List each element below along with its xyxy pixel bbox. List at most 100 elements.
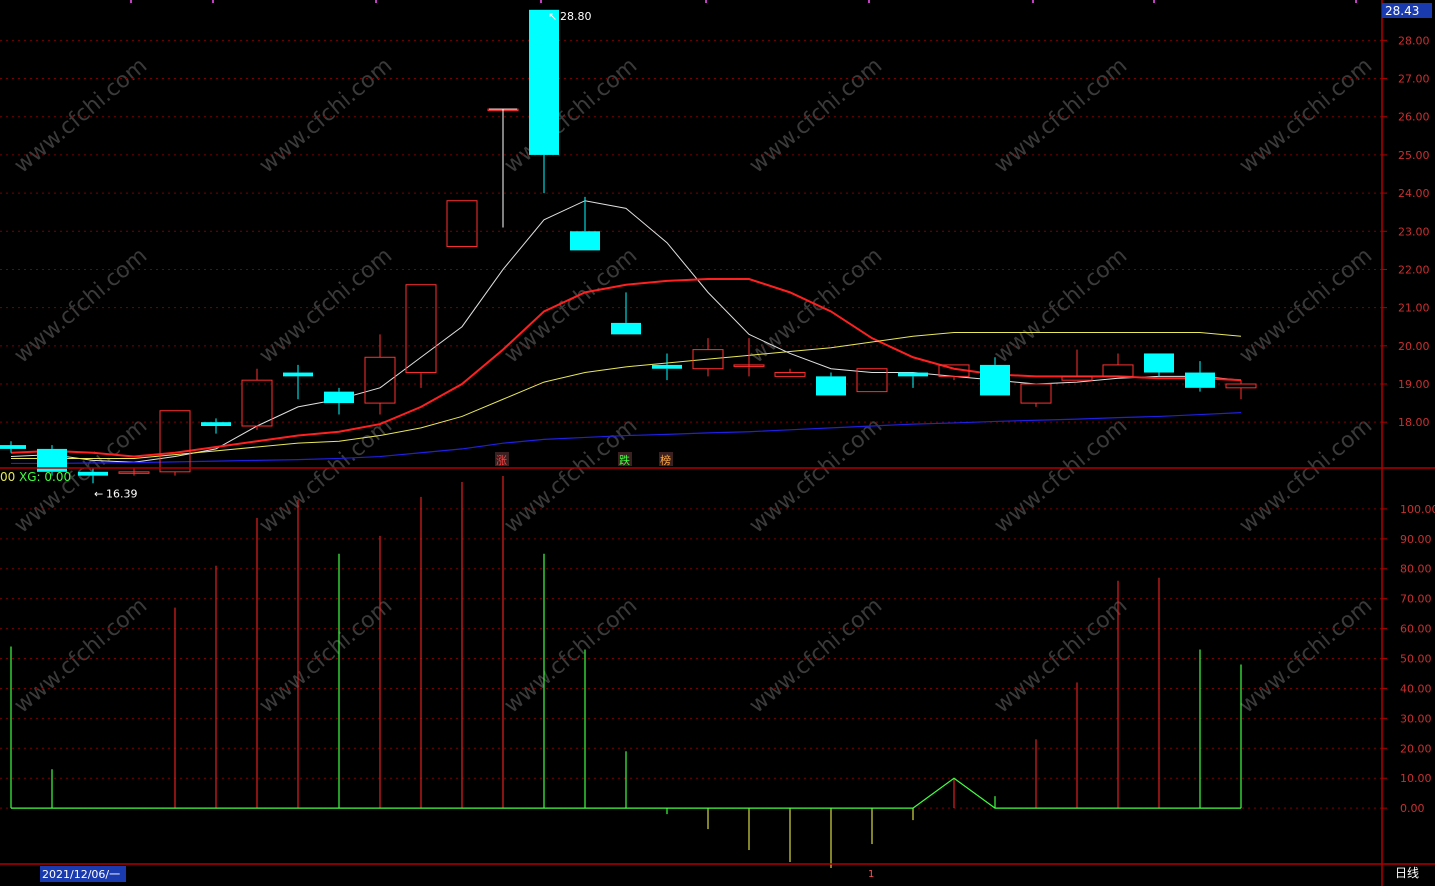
top-marker bbox=[212, 0, 214, 3]
candle-body bbox=[283, 372, 313, 377]
watermark-text: www.cfchi.com bbox=[745, 53, 887, 178]
price-tick-label: 26.00 bbox=[1398, 111, 1430, 124]
watermark-text: www.cfchi.com bbox=[1235, 53, 1377, 178]
candle bbox=[118, 468, 150, 476]
indicator-tick-label: 0.00 bbox=[1400, 802, 1425, 815]
candle bbox=[774, 368, 806, 377]
price-tick-label: 22.00 bbox=[1398, 263, 1430, 276]
candle bbox=[324, 387, 354, 415]
top-marker bbox=[375, 0, 377, 3]
watermark-text: www.cfchi.com bbox=[990, 243, 1132, 368]
top-marker bbox=[1032, 0, 1034, 3]
watermark-text: www.cfchi.com bbox=[255, 243, 397, 368]
stock-chart: www.cfchi.com www.cfchi.com www.cfchi.com w… bbox=[0, 0, 1435, 886]
candle-body bbox=[241, 379, 273, 427]
candle bbox=[816, 372, 846, 396]
indicator-tick-label: 10.00 bbox=[1400, 772, 1432, 785]
watermark-layer: www.cfchi.com www.cfchi.com www.cfchi.com w… bbox=[10, 53, 1377, 718]
watermark-text: www.cfchi.com bbox=[990, 593, 1132, 718]
indicator-tick-label: 50.00 bbox=[1400, 653, 1432, 666]
candle bbox=[0, 441, 26, 453]
candle-body bbox=[529, 9, 559, 155]
candle bbox=[159, 410, 191, 476]
watermark-text: www.cfchi.com bbox=[500, 593, 642, 718]
candle-body bbox=[652, 364, 682, 369]
watermark-text: www.cfchi.com bbox=[255, 593, 397, 718]
event-marker: 涨 bbox=[496, 454, 507, 467]
candle-body bbox=[898, 372, 928, 377]
indicator-tick-label: 40.00 bbox=[1400, 682, 1432, 695]
candle bbox=[1144, 353, 1174, 377]
watermark-text: www.cfchi.com bbox=[10, 243, 152, 368]
candle bbox=[611, 292, 641, 335]
period-label[interactable]: 日线 bbox=[1395, 866, 1419, 880]
candle bbox=[692, 338, 724, 377]
top-marker bbox=[540, 0, 542, 3]
top-marker bbox=[868, 0, 870, 3]
price-tick-label: 21.00 bbox=[1398, 302, 1430, 315]
event-marker: 跌 bbox=[619, 453, 630, 467]
candle-body bbox=[1185, 372, 1215, 388]
watermark-text: www.cfchi.com bbox=[745, 243, 887, 368]
candle-body bbox=[611, 322, 641, 335]
candle-body bbox=[446, 200, 478, 248]
price-tick-label: 23.00 bbox=[1398, 225, 1430, 238]
candle bbox=[898, 372, 928, 388]
top-marker bbox=[705, 0, 707, 3]
watermark-text: www.cfchi.com bbox=[1235, 593, 1377, 718]
top-marker bbox=[130, 0, 132, 3]
candle-body bbox=[816, 376, 846, 396]
candle-body bbox=[405, 284, 437, 374]
low-price-label: 16.39 bbox=[106, 488, 138, 501]
watermark-text: www.cfchi.com bbox=[1235, 243, 1377, 368]
watermark-text: www.cfchi.com bbox=[745, 413, 887, 538]
date-label: 2021/12/06/一 bbox=[42, 868, 120, 881]
candle bbox=[570, 196, 600, 251]
indicator-tick-label: 80.00 bbox=[1400, 563, 1432, 576]
current-price-label: 28.43 bbox=[1385, 4, 1419, 18]
watermark-text: www.cfchi.com bbox=[990, 413, 1132, 538]
price-tick-label: 20.00 bbox=[1398, 340, 1430, 353]
axes: 18.00 19.00 20.00 21.00 22.00 23.00 24.00 25.00… bbox=[0, 0, 1435, 886]
candle bbox=[1020, 383, 1052, 407]
candle-body bbox=[201, 422, 231, 426]
indicator-tick-label: 60.00 bbox=[1400, 623, 1432, 636]
candle-body bbox=[570, 231, 600, 251]
candle bbox=[529, 9, 559, 194]
candle-body bbox=[774, 372, 806, 377]
candle-body bbox=[980, 364, 1010, 396]
top-marker bbox=[1153, 0, 1155, 3]
price-tick-label: 24.00 bbox=[1398, 187, 1430, 200]
watermark-text: www.cfchi.com bbox=[500, 53, 642, 178]
candle bbox=[446, 200, 478, 248]
candle-body bbox=[1020, 383, 1052, 404]
candle bbox=[1102, 353, 1134, 377]
indicator-legend-left: 00 bbox=[0, 470, 15, 484]
indicator-tick-label: 90.00 bbox=[1400, 533, 1432, 546]
candle-body bbox=[1225, 383, 1257, 389]
candle-body bbox=[324, 391, 354, 404]
watermark-text: www.cfchi.com bbox=[1235, 413, 1377, 538]
indicator-tick-label: 100.00 bbox=[1400, 503, 1435, 516]
candle-body bbox=[0, 445, 26, 449]
watermark-text: www.cfchi.com bbox=[500, 243, 642, 368]
low-arrow: ← bbox=[94, 488, 103, 501]
high-arrow: ↖ bbox=[548, 10, 557, 23]
candle-body bbox=[1102, 364, 1134, 377]
indicator-tick-label: 20.00 bbox=[1400, 742, 1432, 755]
watermark-text: www.cfchi.com bbox=[10, 53, 152, 178]
candle bbox=[405, 284, 437, 388]
candle bbox=[283, 364, 313, 400]
candle bbox=[1185, 361, 1215, 392]
event-marker: 榜 bbox=[660, 453, 671, 467]
candle-body bbox=[78, 471, 108, 476]
price-tick-label: 18.00 bbox=[1398, 416, 1430, 429]
price-tick-label: 27.00 bbox=[1398, 73, 1430, 86]
price-tick-label: 19.00 bbox=[1398, 378, 1430, 391]
indicator-tick-label: 70.00 bbox=[1400, 593, 1432, 606]
indicator-legend-xg: XG: 0.00 bbox=[19, 470, 71, 484]
watermark-text: www.cfchi.com bbox=[745, 593, 887, 718]
candle bbox=[938, 364, 970, 381]
candle bbox=[1225, 380, 1257, 400]
watermark-text: www.cfchi.com bbox=[255, 53, 397, 178]
